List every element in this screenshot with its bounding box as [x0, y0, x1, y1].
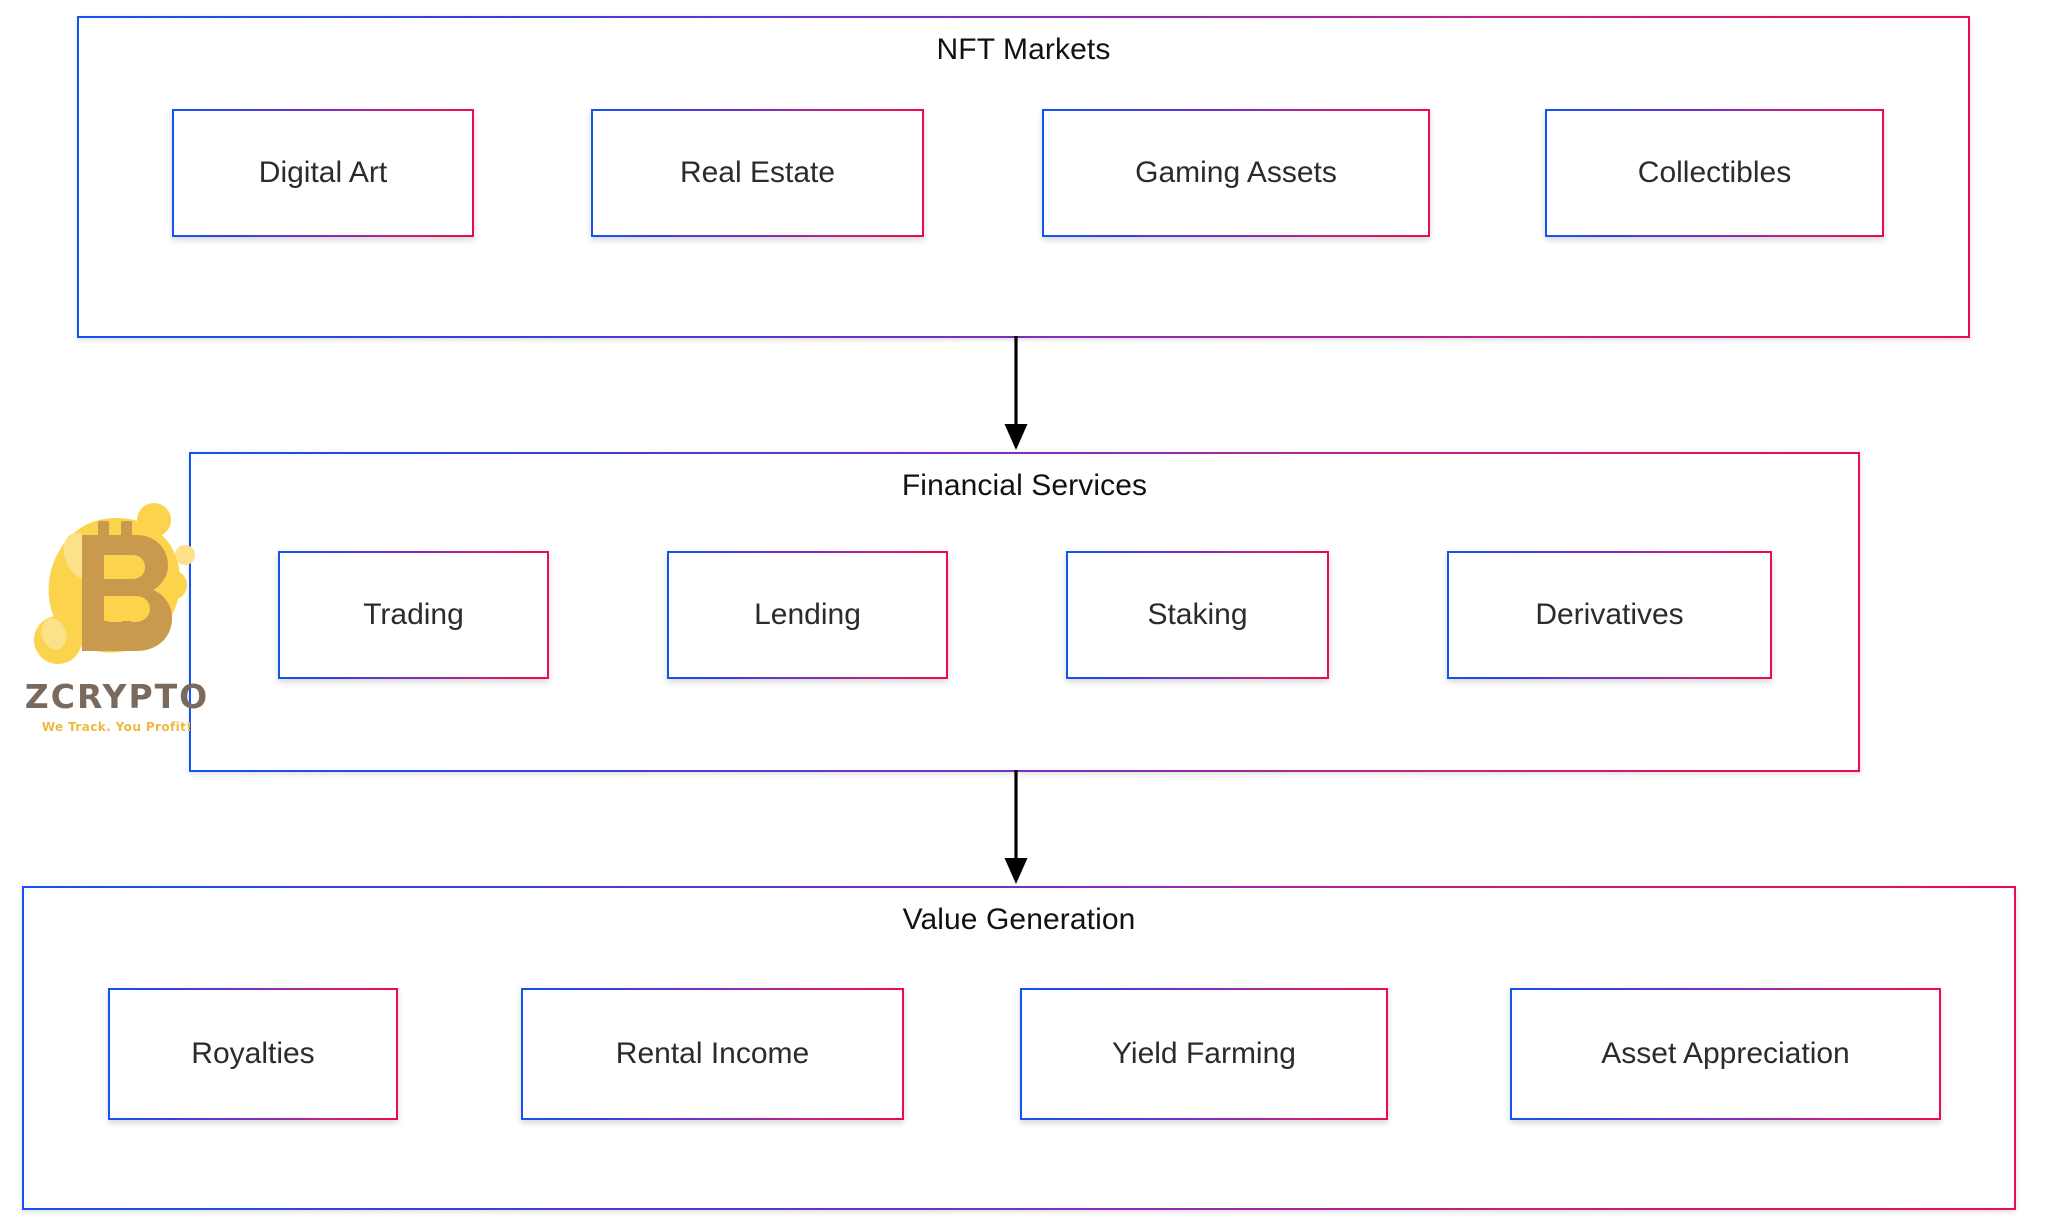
node-label: Derivatives: [1535, 598, 1684, 631]
section-value-generation: Value Generation Royalties Rental Income…: [22, 886, 2016, 1210]
bitcoin-symbol-icon: [82, 521, 172, 651]
node-digital-art[interactable]: Digital Art: [172, 109, 474, 237]
bitcoin-blob-icon: [34, 503, 195, 664]
node-label: Yield Farming: [1112, 1037, 1296, 1070]
node-label: Royalties: [191, 1037, 315, 1070]
watermark-tagline: We Track. You Profit!: [41, 720, 193, 734]
node-lending[interactable]: Lending: [667, 551, 948, 679]
node-label: Real Estate: [679, 156, 836, 189]
node-staking[interactable]: Staking: [1066, 551, 1329, 679]
connector-arrow-2: [1004, 768, 1028, 884]
node-label: Collectibles: [1637, 156, 1792, 189]
zcrypto-watermark-logo: ZCRYPTO We Track. You Profit!: [22, 492, 212, 747]
node-label: Lending: [754, 598, 861, 631]
section-title-financial-services: Financial Services: [901, 469, 1148, 502]
node-rental-income[interactable]: Rental Income: [521, 988, 904, 1120]
node-royalties[interactable]: Royalties: [108, 988, 398, 1120]
connector-arrow-1: [1004, 334, 1028, 450]
node-real-estate[interactable]: Real Estate: [591, 109, 924, 237]
node-label: Digital Art: [258, 156, 388, 189]
node-yield-farming[interactable]: Yield Farming: [1020, 988, 1388, 1120]
node-label: Gaming Assets: [1135, 156, 1337, 189]
node-gaming-assets[interactable]: Gaming Assets: [1042, 109, 1430, 237]
node-derivatives[interactable]: Derivatives: [1447, 551, 1772, 679]
section-financial-services: Financial Services Trading Lending Staki…: [189, 452, 1860, 772]
node-label: Rental Income: [615, 1037, 810, 1070]
node-label: Staking: [1147, 598, 1248, 631]
node-trading[interactable]: Trading: [278, 551, 549, 679]
diagram-canvas: NFT Markets Digital Art Real Estate Gami…: [0, 0, 2048, 1225]
node-collectibles[interactable]: Collectibles: [1545, 109, 1884, 237]
node-label: Trading: [363, 598, 464, 631]
node-label: Asset Appreciation: [1601, 1037, 1850, 1070]
watermark-wordmark: ZCRYPTO: [24, 677, 210, 716]
section-title-value-generation: Value Generation: [902, 903, 1136, 936]
section-title-nft-markets: NFT Markets: [936, 33, 1111, 66]
section-nft-markets: NFT Markets Digital Art Real Estate Gami…: [77, 16, 1970, 338]
node-asset-appreciation[interactable]: Asset Appreciation: [1510, 988, 1941, 1120]
